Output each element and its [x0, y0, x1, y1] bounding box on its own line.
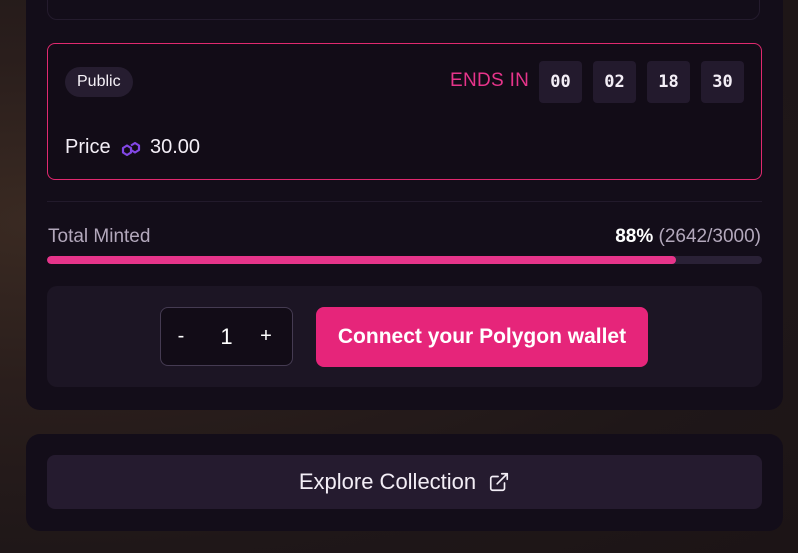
price-value: 30.00 — [150, 136, 201, 158]
total-minted-label: Total Minted — [48, 226, 151, 247]
explore-collection-label: Explore Collection — [298, 469, 477, 494]
minted-stats: 88% (2642/3000) — [615, 226, 761, 248]
increase-quantity-button[interactable]: + — [246, 308, 286, 365]
countdown-hours: 02 — [593, 61, 636, 103]
public-phase-box: Public ENDS IN 00 02 18 30 Price 30.00 — [47, 43, 762, 180]
ends-in-label: ENDS IN — [450, 70, 530, 91]
countdown-minutes: 18 — [647, 61, 690, 103]
quantity-stepper: - 1 + — [160, 307, 293, 366]
mint-progress-bar — [47, 256, 762, 264]
mint-panel: - 1 + Connect your Polygon wallet — [47, 286, 762, 387]
minted-percent: 88% — [615, 226, 654, 247]
countdown-seconds: 30 — [701, 61, 744, 103]
quantity-value[interactable]: 1 — [201, 308, 252, 365]
previous-phase-box — [47, 0, 760, 20]
polygon-matic-icon — [121, 141, 141, 157]
price-label: Price — [65, 136, 111, 158]
external-link-icon — [490, 472, 509, 492]
minted-count: (2642/3000) — [658, 226, 761, 247]
decrease-quantity-button[interactable]: - — [161, 308, 201, 365]
section-divider — [47, 201, 762, 202]
connect-wallet-button[interactable]: Connect your Polygon wallet — [316, 307, 648, 367]
phase-badge: Public — [65, 67, 133, 97]
explore-collection-button[interactable]: Explore Collection — [47, 455, 762, 509]
countdown-days: 00 — [539, 61, 582, 103]
mint-progress-fill — [47, 256, 677, 264]
